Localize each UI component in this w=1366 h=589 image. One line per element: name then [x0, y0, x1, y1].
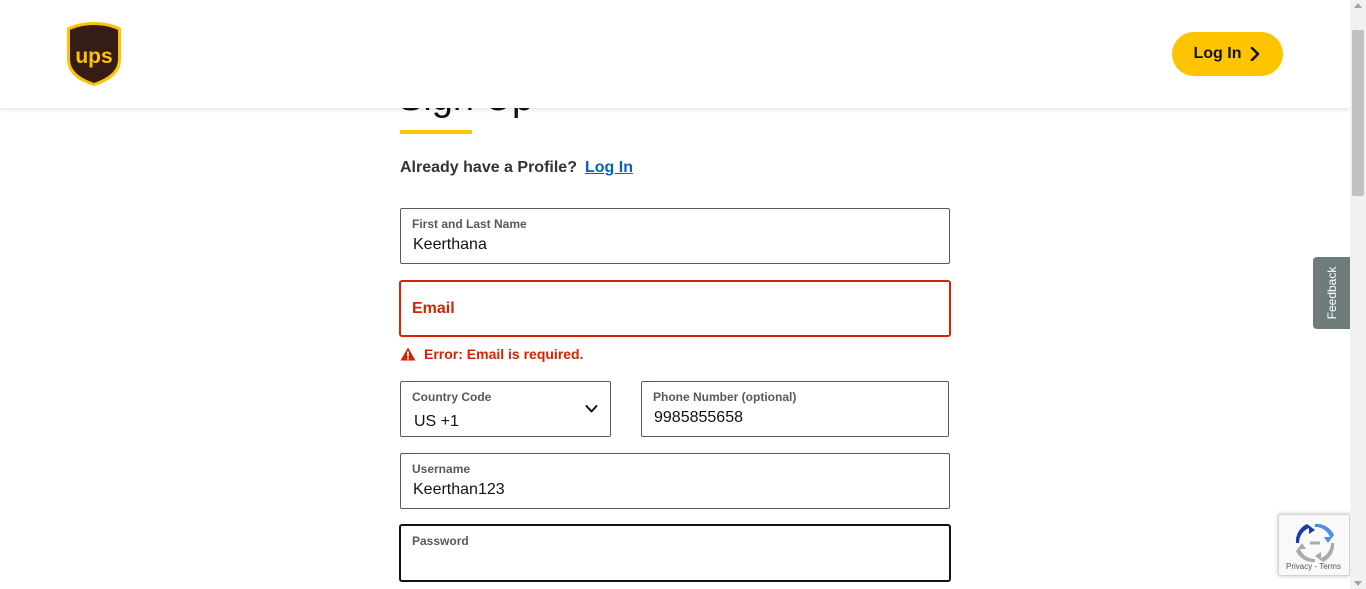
vertical-scrollbar[interactable] [1350, 0, 1366, 589]
name-field[interactable]: First and Last Name Keerthana [400, 208, 950, 264]
password-field[interactable]: Password [399, 524, 951, 582]
ups-logo[interactable]: ups [66, 21, 122, 87]
username-field-label: Username [412, 462, 471, 476]
country-code-select[interactable]: Country Code US +1 [400, 381, 611, 437]
scroll-thumb[interactable] [1352, 30, 1364, 196]
page: Sign Up ups Log In Already have a Profil… [0, 0, 1350, 589]
email-field[interactable]: Email [399, 280, 951, 337]
ups-shield-icon: ups [67, 22, 121, 86]
login-button-label: Log In [1193, 45, 1242, 62]
username-field-value[interactable]: Keerthan123 [413, 481, 933, 499]
phone-field[interactable]: Phone Number (optional) 9985855658 [641, 381, 949, 437]
email-error-message: Error: Email is required. [400, 346, 584, 362]
recaptcha-icon [1295, 523, 1335, 563]
password-field-label: Password [412, 534, 469, 548]
phone-field-label: Phone Number (optional) [653, 390, 797, 404]
name-field-label: First and Last Name [412, 217, 527, 231]
warning-icon [400, 347, 416, 361]
scroll-up-arrow-icon[interactable] [1354, 3, 1362, 8]
username-field[interactable]: Username Keerthan123 [400, 453, 950, 509]
email-field-label: Email [412, 300, 455, 317]
country-code-value: US +1 [414, 413, 459, 430]
title-underline [400, 130, 472, 134]
feedback-tab[interactable]: Feedback [1313, 257, 1350, 329]
already-have-profile-text: Already have a Profile? [400, 159, 577, 176]
phone-field-value[interactable]: 9985855658 [654, 409, 934, 427]
email-error-text: Error: Email is required. [424, 346, 584, 362]
feedback-tab-label: Feedback [1324, 266, 1339, 320]
recaptcha-badge[interactable]: Privacy - Terms [1278, 514, 1350, 576]
chevron-right-icon [1251, 47, 1260, 61]
chevron-down-icon [585, 405, 598, 413]
country-code-label: Country Code [412, 390, 492, 404]
svg-text:ups: ups [75, 45, 112, 68]
login-link[interactable]: Log In [585, 159, 633, 177]
login-button[interactable]: Log In [1172, 32, 1283, 76]
name-field-value[interactable]: Keerthana [413, 236, 933, 254]
scroll-down-arrow-icon[interactable] [1354, 581, 1362, 586]
site-header: ups Log In [0, 0, 1350, 108]
recaptcha-links[interactable]: Privacy - Terms [1286, 562, 1341, 571]
